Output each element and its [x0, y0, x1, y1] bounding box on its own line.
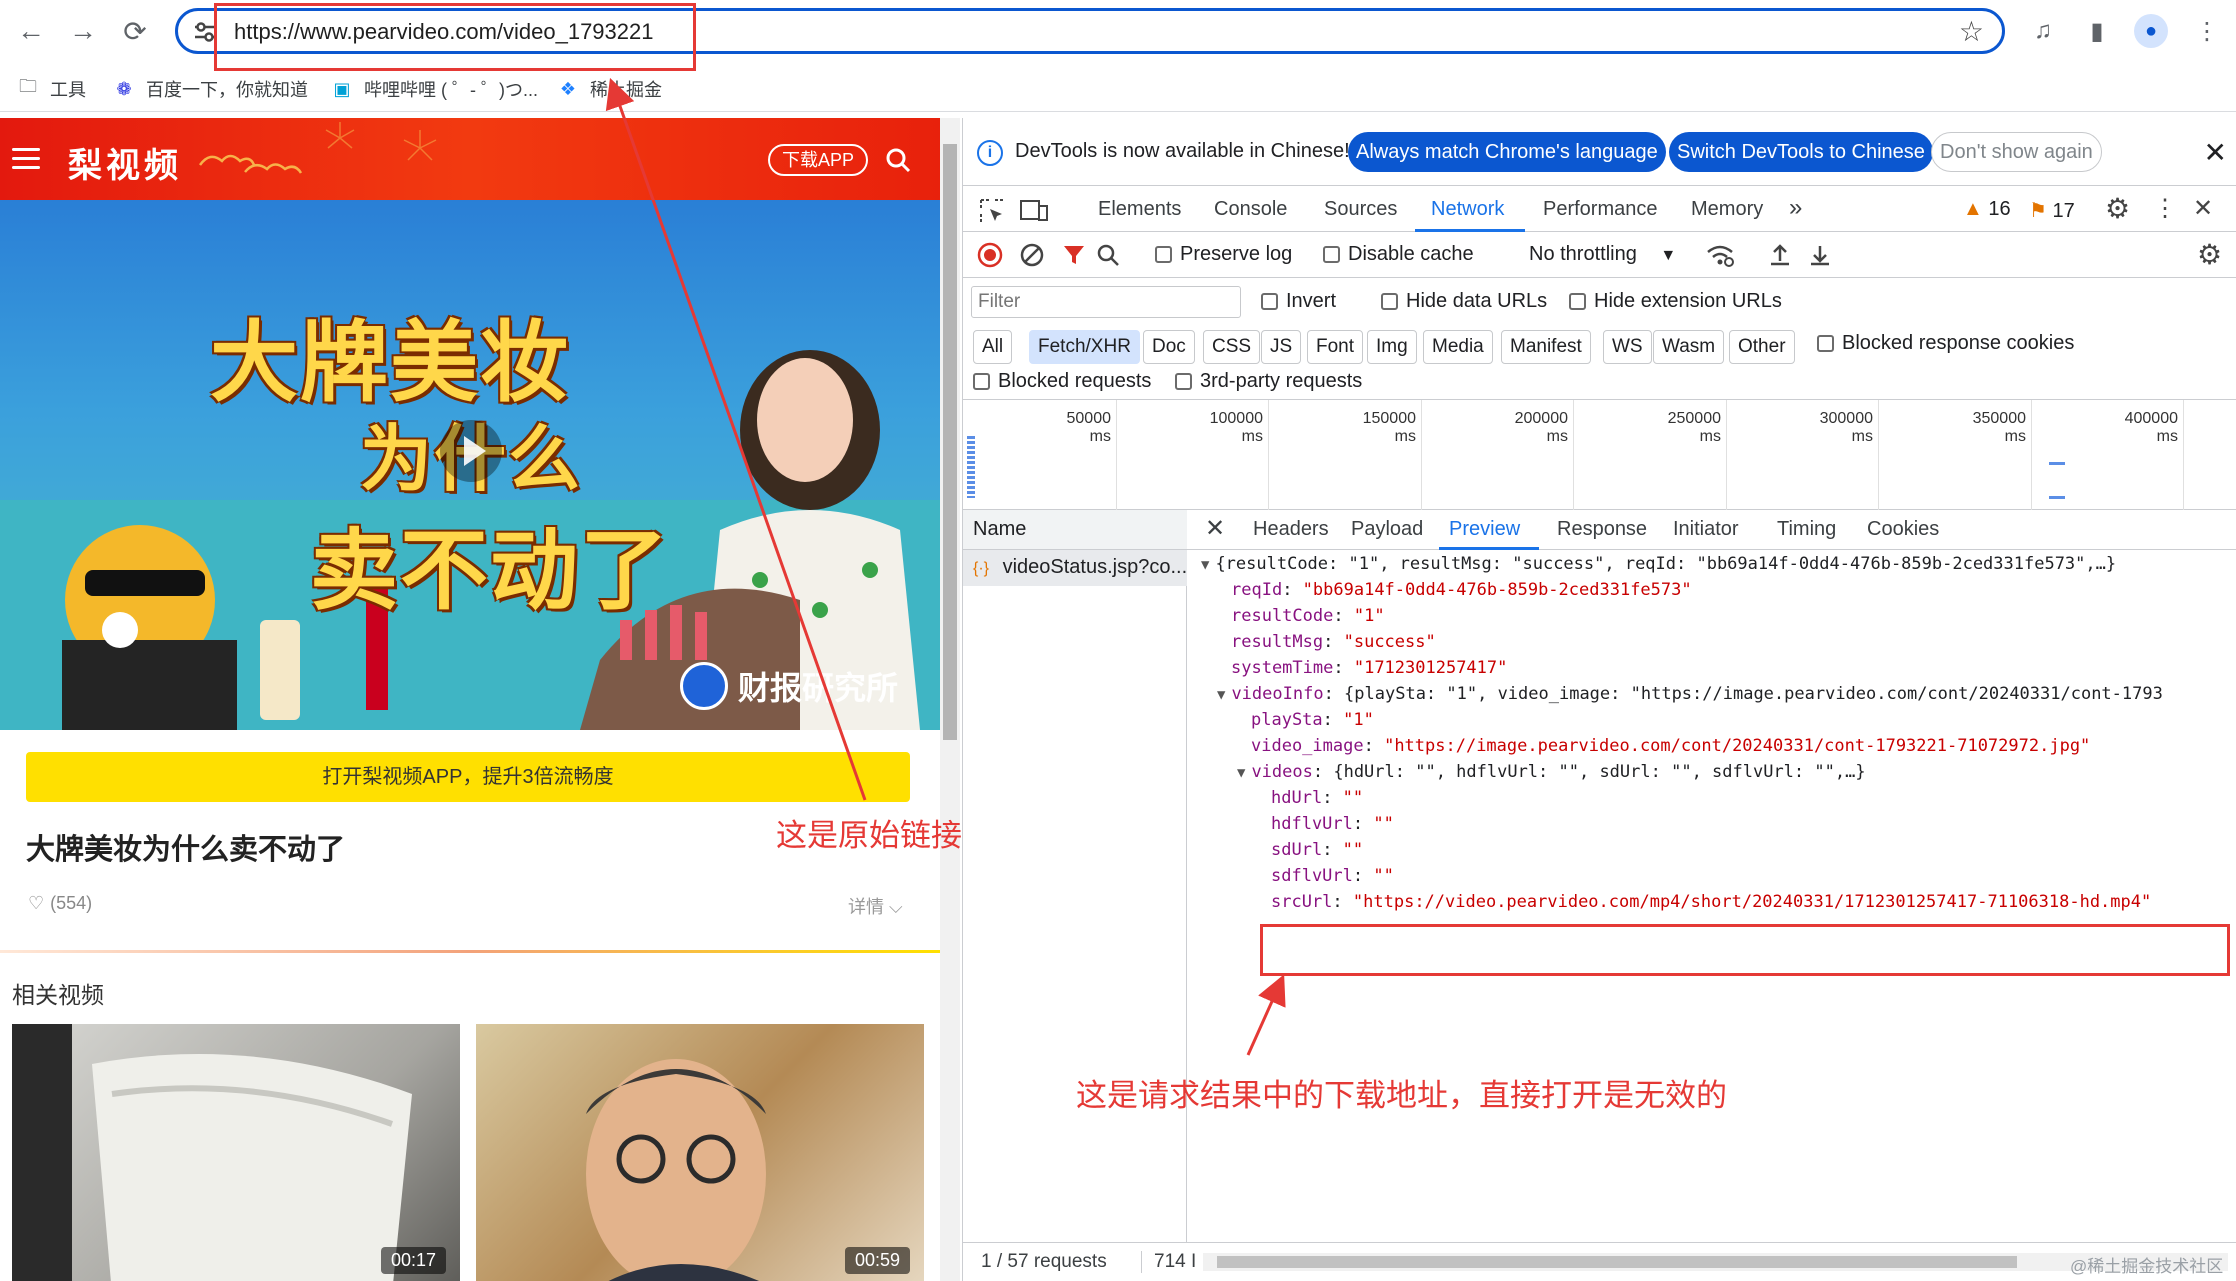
- download-url-annotation: 这是请求结果中的下载地址，直接打开是无效的: [1076, 1078, 1727, 1114]
- original-link-annotation: 这是原始链接: [776, 818, 962, 854]
- watermark: @稀土掘金技术社区: [2070, 1257, 2224, 1276]
- screenshot-root: ← → ⟳ https://www.pearvideo.com/video_17…: [0, 0, 2236, 1281]
